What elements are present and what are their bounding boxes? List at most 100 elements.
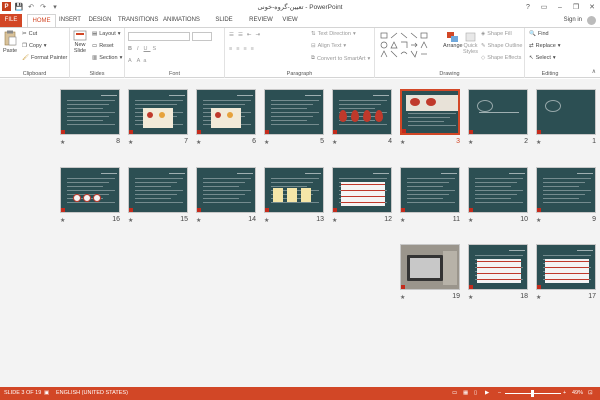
tab-home[interactable]: HOME [27, 14, 56, 28]
layout-button[interactable]: ▤ Layout ▾ [92, 31, 120, 37]
numbering-icon[interactable]: ☰ [238, 32, 245, 38]
copy-label: Copy [28, 43, 42, 49]
font-color-buttons[interactable]: A Aa [128, 58, 149, 64]
indent-icon[interactable]: ⇤ [247, 32, 254, 38]
paste-button[interactable]: Paste [3, 30, 17, 54]
tab-design[interactable]: DESIGN [86, 14, 114, 27]
quick-styles-button[interactable]: Quick Styles [463, 31, 478, 55]
justify-icon[interactable]: ≡ [251, 46, 256, 52]
slide-thumbnail[interactable] [400, 167, 460, 213]
tab-animations[interactable]: ANIMATIONS [163, 14, 200, 27]
slide-thumbnail[interactable] [60, 89, 120, 135]
section-button[interactable]: ▥ Section ▾ [92, 55, 122, 61]
new-slide-button[interactable]: New Slide [73, 30, 87, 54]
slide-thumbnail[interactable] [196, 167, 256, 213]
shapes-gallery[interactable] [379, 31, 441, 63]
slide-sorter: ★ 1 ★ 2 ★ 3 ★ 4 ★ 5 ★ 6 ★ 7 ★ 8 ★ 9 ★ 10 ★ 11 ★ 12 ★ 13 ★ 14 ★ 15 ★ 16 ★… [0, 79, 600, 387]
font-color-icon[interactable]: A [128, 58, 135, 64]
zoom-out-button[interactable]: – [498, 390, 501, 396]
group-label-slides: Slides [89, 71, 105, 77]
slide-thumbnail[interactable] [196, 89, 256, 135]
slide-thumbnail[interactable] [60, 167, 120, 213]
group-label-font: Font [168, 71, 180, 77]
slide-thumbnail[interactable] [264, 167, 324, 213]
close-button[interactable]: ✕ [584, 0, 600, 14]
ribbon-display-button[interactable]: ▭ [536, 0, 552, 14]
align-center-icon[interactable]: ≡ [236, 46, 241, 52]
tab-slide-show[interactable]: SLIDE SHOW [206, 14, 242, 36]
language-indicator[interactable]: ENGLISH (UNITED STATES) [56, 390, 128, 396]
slideshow-view-icon[interactable]: ▶ [485, 390, 489, 396]
shape-effects-button[interactable]: ◇ Shape Effects [481, 55, 521, 61]
align-text-button[interactable]: ⊟ Align Text ▾ [311, 43, 346, 49]
font-size-combo[interactable] [192, 32, 212, 41]
copy-button[interactable]: ❐ Copy ▾ [22, 43, 47, 49]
slide-thumbnail[interactable] [128, 89, 188, 135]
align-right-icon[interactable]: ≡ [243, 46, 248, 52]
zoom-slider-knob[interactable] [531, 390, 534, 397]
tab-review[interactable]: REVIEW [248, 14, 274, 27]
slide-thumbnail[interactable] [332, 89, 392, 135]
select-button[interactable]: ↖ Select ▾ [529, 55, 556, 61]
list-buttons[interactable]: ☰ ☰ ⇤ ⇥ [229, 32, 262, 38]
tab-view[interactable]: VIEW [280, 14, 300, 27]
bold-icon[interactable]: B [128, 46, 135, 52]
slide-thumbnail[interactable] [332, 167, 392, 213]
find-button[interactable]: 🔍 Find [529, 31, 549, 37]
slide-thumbnail[interactable] [400, 244, 460, 290]
sign-in-link[interactable]: Sign in [564, 17, 582, 23]
slide-thumbnail[interactable] [128, 167, 188, 213]
highlight-icon[interactable]: Aa [137, 58, 150, 64]
slide-thumbnail[interactable] [264, 89, 324, 135]
zoom-level[interactable]: 49% [572, 390, 583, 396]
align-buttons[interactable]: ≡ ≡ ≡ ≡ [229, 46, 256, 52]
collapse-ribbon-icon[interactable]: ∧ [592, 68, 596, 75]
cut-button[interactable]: ✂ Cut [22, 31, 37, 37]
reset-button[interactable]: ▭ Reset [92, 43, 114, 49]
slide-thumbnail[interactable] [536, 89, 596, 135]
slide-sorter-view-icon[interactable]: ▦ [463, 390, 468, 396]
restore-button[interactable]: ❐ [568, 0, 584, 14]
underline-icon[interactable]: U [144, 46, 151, 52]
shape-fill-button[interactable]: ◈ Shape Fill [481, 31, 512, 37]
slide-transition-icon: ★ [400, 295, 406, 301]
fit-slide-icon[interactable]: ⊡ [588, 390, 593, 396]
slide-number: 14 [248, 216, 256, 223]
convert-smartart-button[interactable]: ⧉ Convert to SmartArt ▾ [311, 55, 370, 62]
help-button[interactable]: ? [520, 0, 536, 14]
arrange-button[interactable]: Arrange [443, 31, 463, 49]
format-painter-button[interactable]: 🖌 Format Painter [22, 55, 67, 61]
slide-thumbnail[interactable] [468, 244, 528, 290]
tab-insert[interactable]: INSERT [58, 14, 82, 27]
zoom-in-button[interactable]: + [563, 390, 566, 396]
slide-thumbnail[interactable] [536, 167, 596, 213]
group-label-paragraph: Paragraph [286, 71, 313, 77]
text-direction-button[interactable]: ⇅ Text Direction ▾ [311, 31, 356, 37]
paint-bucket-icon: ◈ [481, 31, 486, 37]
font-name-combo[interactable] [128, 32, 190, 41]
strike-icon[interactable]: S [153, 46, 160, 52]
slide-thumbnail[interactable] [468, 89, 528, 135]
slide-transition-icon: ★ [468, 295, 474, 301]
slide-thumbnail[interactable] [400, 89, 460, 135]
tab-transitions[interactable]: TRANSITIONS [118, 14, 158, 27]
tab-file[interactable]: FILE [0, 14, 22, 27]
bullets-icon[interactable]: ☰ [229, 32, 236, 38]
normal-view-icon[interactable]: ▭ [452, 390, 457, 396]
align-left-icon[interactable]: ≡ [229, 46, 234, 52]
spell-check-icon[interactable]: ▣ [44, 390, 49, 396]
slide-transition-icon: ★ [128, 218, 134, 224]
reading-view-icon[interactable]: ▯ [474, 390, 477, 396]
font-format-buttons[interactable]: BIUS [128, 46, 159, 52]
shape-outline-button[interactable]: ✎ Shape Outline [481, 43, 522, 49]
italic-icon[interactable]: I [137, 46, 142, 52]
outdent-icon[interactable]: ⇥ [255, 32, 262, 38]
minimize-button[interactable]: – [552, 0, 568, 14]
ribbon-tabs: FILE HOME INSERT DESIGN TRANSITIONS ANIM… [0, 14, 600, 36]
group-label-clipboard: Clipboard [22, 71, 47, 77]
slide-thumbnail[interactable] [536, 244, 596, 290]
slide-thumbnail[interactable] [468, 167, 528, 213]
account-avatar-icon[interactable] [587, 16, 596, 25]
status-bar: SLIDE 3 OF 19 ▣ ENGLISH (UNITED STATES) … [0, 387, 600, 400]
replace-button[interactable]: ⇄ Replace ▾ [529, 43, 561, 49]
